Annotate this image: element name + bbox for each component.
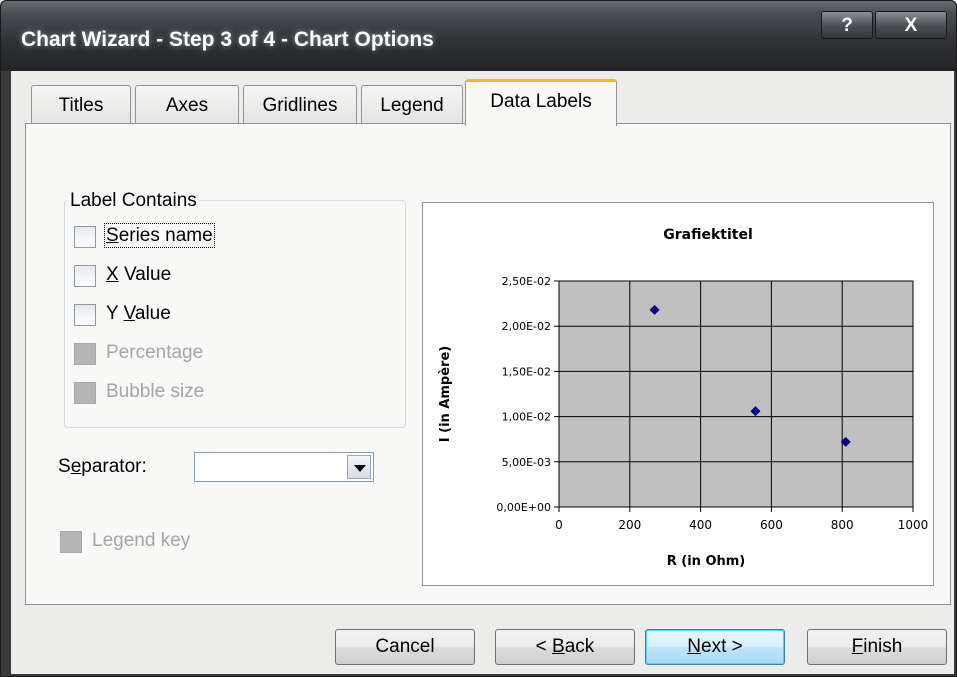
cancel-button[interactable]: Cancel bbox=[335, 629, 475, 665]
x-tick-label: 200 bbox=[618, 518, 641, 532]
bubble-size-label: Bubble size bbox=[106, 381, 205, 402]
tab-legend[interactable]: Legend bbox=[361, 85, 463, 125]
chevron-down-icon[interactable] bbox=[347, 455, 371, 479]
dialog-body: Titles Axes Gridlines Legend Data Labels… bbox=[11, 71, 954, 674]
y-value-mnemonic: V bbox=[123, 303, 135, 324]
legend-key-label: Legend key bbox=[92, 530, 191, 551]
title-bar[interactable]: Chart Wizard - Step 3 of 4 - Chart Optio… bbox=[1, 1, 956, 71]
y-axis-title: I (in Ampère) bbox=[438, 346, 453, 442]
y-tick-label: 0,00E+00 bbox=[496, 501, 551, 514]
y-tick-label: 1,50E-02 bbox=[502, 365, 551, 378]
tab-panel: Label Contains Series name X Value Y Val… bbox=[25, 123, 951, 605]
chart-wizard-dialog: Chart Wizard - Step 3 of 4 - Chart Optio… bbox=[0, 0, 957, 677]
tab-gridlines[interactable]: Gridlines bbox=[243, 85, 357, 125]
x-value-label[interactable]: X Value bbox=[106, 264, 171, 286]
chart-title: Grafiektitel bbox=[663, 227, 753, 243]
x-tick-label: 400 bbox=[689, 518, 712, 532]
x-tick-label: 0 bbox=[555, 518, 563, 532]
series-name-label[interactable]: Series name bbox=[104, 223, 215, 248]
window-title: Chart Wizard - Step 3 of 4 - Chart Optio… bbox=[21, 28, 434, 51]
x-axis-title: R (in Ohm) bbox=[667, 554, 746, 569]
separator-dropdown[interactable] bbox=[194, 452, 374, 482]
chart-preview: Grafiektitel 0 200 400 600 800 1000 0,00E+00 5,0… bbox=[422, 202, 934, 586]
next-mnemonic: N bbox=[687, 636, 701, 657]
back-button[interactable]: < Back bbox=[495, 629, 635, 665]
x-value-mnemonic: X bbox=[106, 264, 119, 285]
x-tick-label: 800 bbox=[831, 518, 854, 532]
tab-titles[interactable]: Titles bbox=[31, 85, 131, 125]
percentage-checkbox bbox=[74, 343, 96, 365]
y-tick-label: 5,00E-03 bbox=[502, 456, 551, 469]
y-value-checkbox[interactable] bbox=[74, 304, 96, 326]
y-tick-label: 2,50E-02 bbox=[502, 275, 551, 288]
finish-button[interactable]: Finish bbox=[807, 629, 947, 665]
label-contains-title: Label Contains bbox=[68, 190, 199, 212]
x-tick-label: 600 bbox=[760, 518, 783, 532]
chart-svg: Grafiektitel 0 200 400 600 800 1000 0,00E+00 5,0… bbox=[438, 227, 929, 569]
next-button[interactable]: Next > bbox=[645, 629, 785, 665]
x-value-checkbox[interactable] bbox=[74, 265, 96, 287]
x-tick-label: 1000 bbox=[898, 518, 929, 532]
plot-area bbox=[558, 280, 914, 508]
separator-mnemonic: e bbox=[70, 456, 82, 477]
back-mnemonic: B bbox=[552, 636, 565, 657]
tab-data-labels[interactable]: Data Labels bbox=[465, 79, 617, 126]
y-tick-label: 2,00E-02 bbox=[502, 320, 551, 333]
series-name-mnemonic: S bbox=[106, 225, 119, 246]
bubble-size-checkbox bbox=[74, 382, 96, 404]
series-name-checkbox[interactable] bbox=[74, 226, 96, 248]
finish-mnemonic: F bbox=[851, 636, 864, 657]
y-tick-label: 1,00E-02 bbox=[502, 411, 551, 424]
series-name-text: eries name bbox=[118, 225, 213, 246]
y-value-label[interactable]: Y Value bbox=[106, 303, 171, 325]
help-button[interactable]: ? bbox=[821, 11, 873, 39]
percentage-label: Percentage bbox=[106, 342, 204, 363]
tab-axes[interactable]: Axes bbox=[135, 85, 239, 125]
separator-label: Separator: bbox=[58, 456, 147, 477]
close-button[interactable]: X bbox=[875, 11, 947, 39]
legend-key-checkbox bbox=[60, 531, 82, 553]
